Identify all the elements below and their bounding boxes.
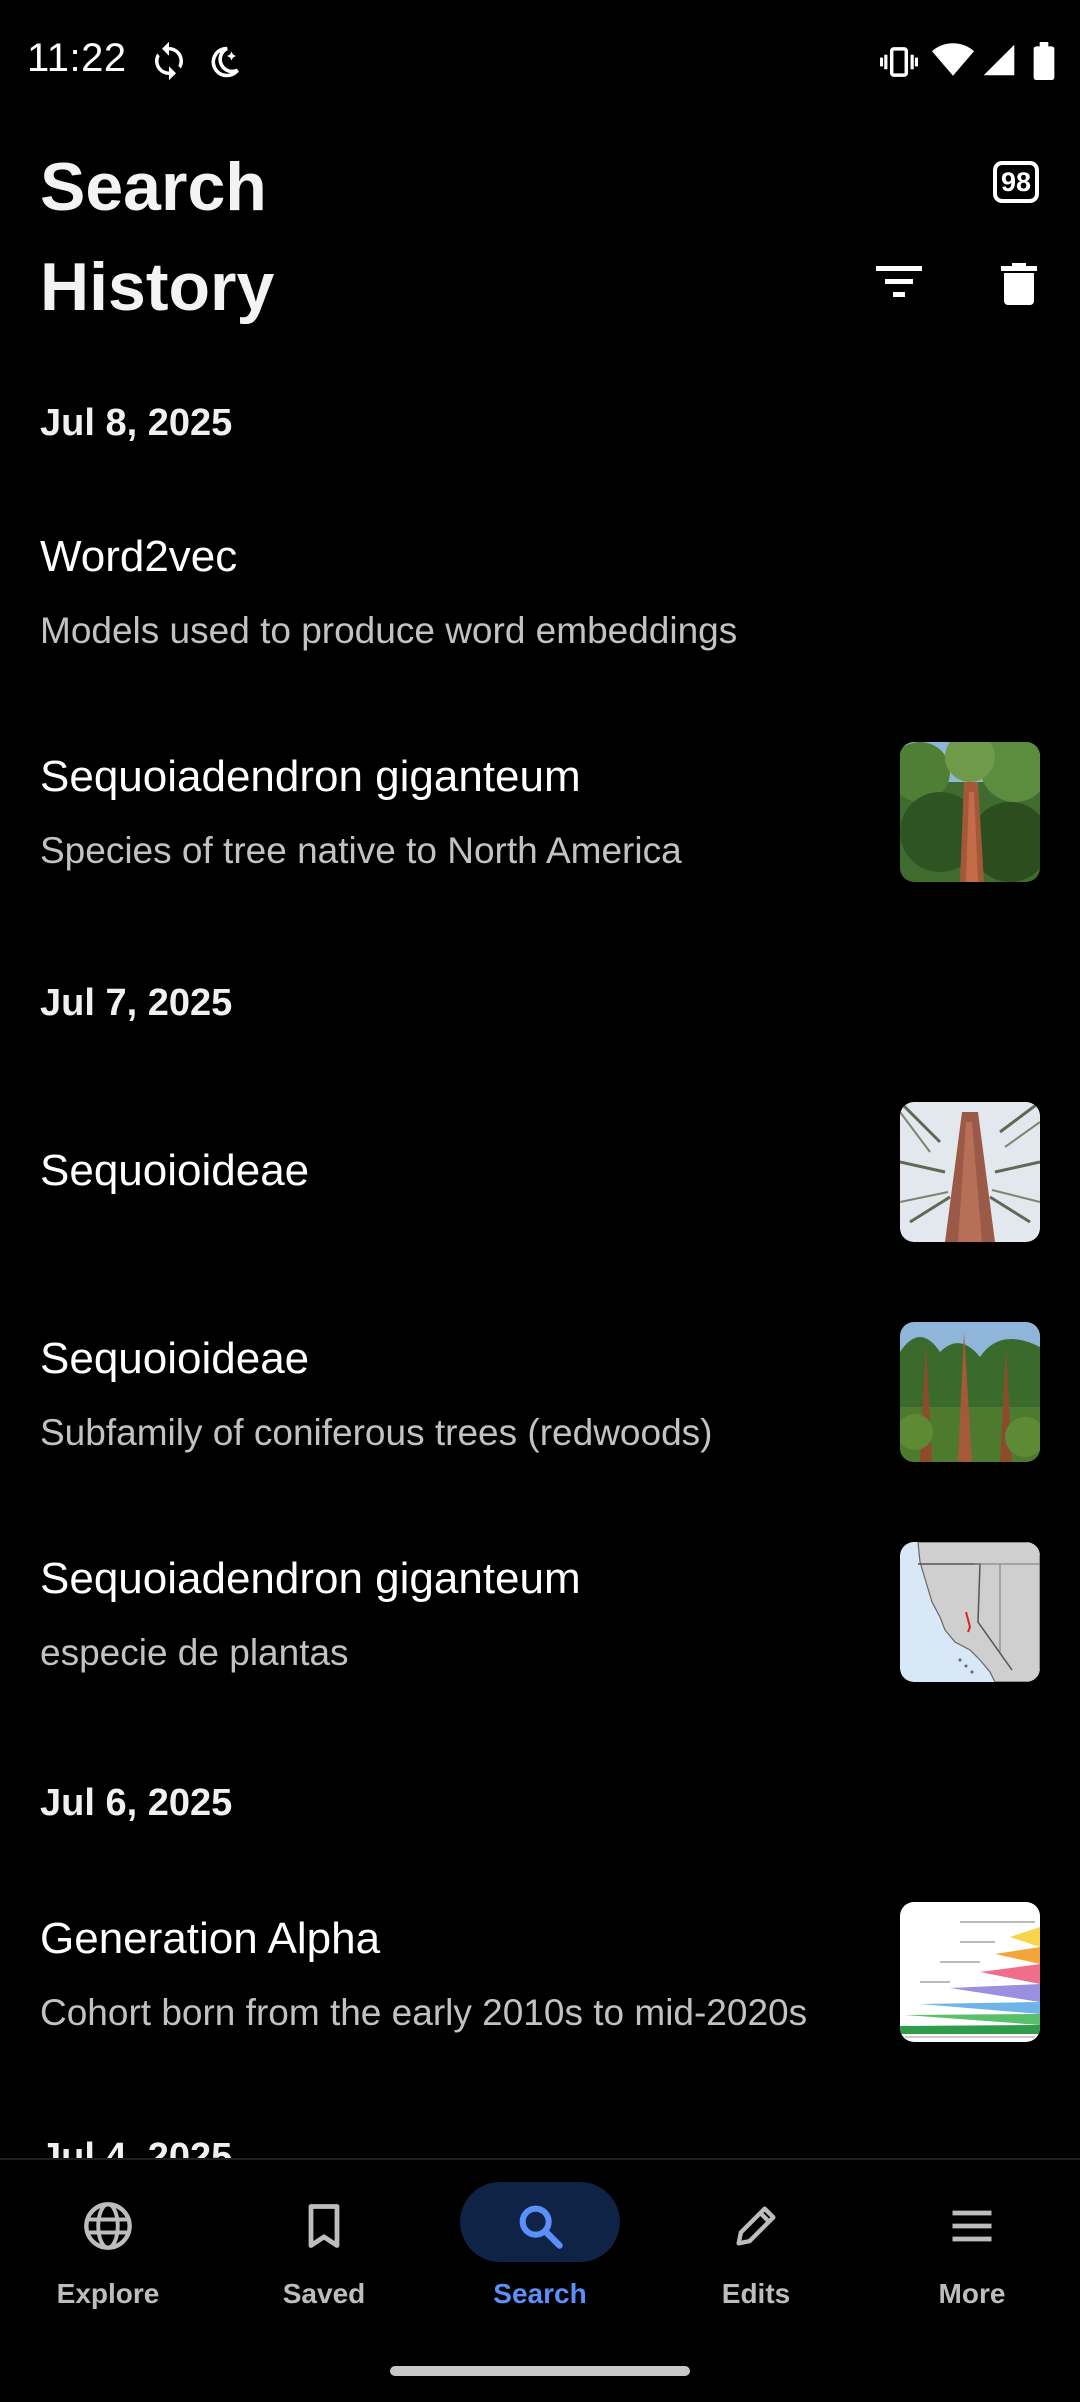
history-item-description: especie de plantas xyxy=(40,1632,349,1673)
nav-search[interactable]: Search xyxy=(432,2160,648,2360)
status-bar: 11:22 xyxy=(0,0,1080,125)
page-title-line1: Search xyxy=(40,149,267,225)
nav-label: More xyxy=(938,2278,1006,2309)
search-icon xyxy=(514,2200,566,2257)
nav-explore[interactable]: Explore xyxy=(0,2160,216,2360)
history-item[interactable]: Word2vec Models used to produce word emb… xyxy=(0,510,1080,690)
date-header: Jul 6, 2025 xyxy=(40,1782,233,1824)
globe-icon xyxy=(82,2200,134,2257)
nav-edits[interactable]: Edits xyxy=(648,2160,864,2360)
page-title-line2: History xyxy=(40,249,275,325)
home-indicator[interactable] xyxy=(390,2366,690,2376)
history-item-description: Species of tree native to North America xyxy=(40,830,682,871)
thumbnail-generations-chart xyxy=(900,1902,1040,2042)
bookmark-icon xyxy=(298,2200,350,2257)
nav-label: Explore xyxy=(56,2278,160,2309)
thumbnail-trunk-upward xyxy=(900,1102,1040,1242)
thumbnail-california-map xyxy=(900,1542,1040,1682)
history-item-title: Sequoioideae xyxy=(40,1334,310,1383)
history-item[interactable]: Sequoioideae Subfamily of coniferous tre… xyxy=(0,1310,1080,1490)
history-item[interactable]: Sequoiadendron giganteum Species of tree… xyxy=(0,728,1080,908)
history-item-description: Cohort born from the early 2010s to mid-… xyxy=(40,1992,808,2033)
history-item-title: Generation Alpha xyxy=(40,1914,381,1963)
thumbnail-forest-tree xyxy=(900,742,1040,882)
menu-icon xyxy=(946,2200,998,2257)
date-header: Jul 8, 2025 xyxy=(40,402,233,444)
thumbnail-redwood-forest xyxy=(900,1322,1040,1462)
nav-label: Search xyxy=(493,2278,587,2309)
date-header: Jul 7, 2025 xyxy=(40,982,233,1024)
battery-icon xyxy=(1033,42,1055,85)
nav-label: Edits xyxy=(721,2278,791,2309)
history-item-title: Sequoioideae xyxy=(40,1146,310,1195)
nav-saved[interactable]: Saved xyxy=(216,2160,432,2360)
nav-more[interactable]: More xyxy=(864,2160,1080,2360)
sync-icon xyxy=(148,40,190,87)
filter-icon[interactable] xyxy=(874,262,924,307)
history-item[interactable]: Sequoioideae xyxy=(0,1090,1080,1270)
history-item-title: Sequoiadendron giganteum xyxy=(40,752,581,801)
vibrate-icon xyxy=(879,44,919,85)
wifi-icon xyxy=(932,42,974,83)
history-item[interactable]: Generation Alpha Cohort born from the ea… xyxy=(0,1890,1080,2070)
nav-label: Saved xyxy=(282,2278,366,2309)
history-item-title: Sequoiadendron giganteum xyxy=(40,1554,581,1603)
history-item-description: Subfamily of coniferous trees (redwoods) xyxy=(40,1412,713,1453)
status-time: 11:22 xyxy=(27,36,127,80)
delete-icon[interactable] xyxy=(1001,263,1037,310)
history-item-description: Models used to produce word embeddings xyxy=(40,610,738,651)
signal-icon xyxy=(982,42,1016,83)
do-not-disturb-moon-icon xyxy=(206,44,242,85)
history-item[interactable]: Sequoiadendron giganteum especie de plan… xyxy=(0,1530,1080,1710)
history-item-title: Word2vec xyxy=(40,532,238,581)
tabs-counter-icon[interactable]: 98 xyxy=(993,161,1039,203)
pencil-icon xyxy=(730,2200,782,2257)
